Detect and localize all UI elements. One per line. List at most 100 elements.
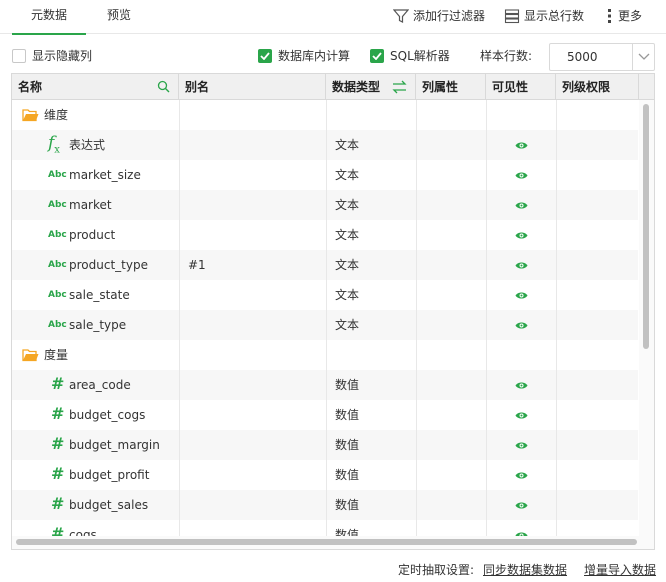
text-type-icon: Abc (48, 260, 67, 270)
eye-icon[interactable] (515, 291, 528, 300)
table-row[interactable]: # area_code 数值 (12, 370, 638, 400)
metadata-table: 名称 别名 数据类型 列属性 可见性 列级权限 维度 fx 表达式 文本 Abc mark… (11, 73, 655, 550)
sql-parser-label: SQL解析器 (390, 49, 450, 63)
field-data-type: 数值 (335, 468, 360, 482)
field-data-type: 数值 (335, 438, 360, 452)
rows-icon (504, 9, 520, 24)
show-hidden-checkbox[interactable] (12, 49, 26, 63)
table-row[interactable]: # budget_sales 数值 (12, 490, 638, 520)
table-row[interactable]: Abc sale_state 文本 (12, 280, 638, 310)
eye-icon[interactable] (515, 201, 528, 210)
field-name: 表达式 (69, 138, 106, 152)
eye-icon[interactable] (515, 171, 528, 180)
header-visibility[interactable]: 可见性 (486, 74, 556, 100)
field-name: market (69, 198, 112, 212)
field-name: budget_cogs (69, 408, 146, 422)
check-icon (260, 52, 270, 60)
group-row[interactable]: 度量 (12, 340, 638, 370)
eye-icon[interactable] (515, 411, 528, 420)
sample-rows-value: 5000 (567, 50, 598, 64)
options-bar: 显示隐藏列 数据库内计算 SQL解析器 样本行数: 5000 (0, 42, 666, 71)
folder-icon[interactable] (22, 348, 39, 362)
table-row[interactable]: # cogs 数值 (12, 520, 638, 536)
header-data-type[interactable]: 数据类型 (326, 74, 416, 100)
field-name: sale_state (69, 288, 130, 302)
table-row[interactable]: Abc product 文本 (12, 220, 638, 250)
add-row-filter-label: 添加行过滤器 (413, 9, 486, 23)
sql-parser-checkbox[interactable] (370, 49, 384, 63)
header-name[interactable]: 名称 (12, 74, 179, 100)
field-data-type: 文本 (335, 318, 360, 332)
number-type-icon: # (51, 434, 65, 453)
table-row[interactable]: Abc sale_type 文本 (12, 310, 638, 340)
field-name: product_type (69, 258, 148, 272)
eye-icon[interactable] (515, 321, 528, 330)
eye-icon[interactable] (515, 381, 528, 390)
field-data-type: 数值 (335, 408, 360, 422)
vertical-scroll-thumb[interactable] (643, 104, 649, 349)
show-total-rows-button[interactable]: 显示总行数 (504, 6, 584, 26)
number-type-icon: # (51, 404, 65, 423)
sync-dataset-link[interactable]: 同步数据集数据 (483, 561, 567, 578)
group-row[interactable]: 维度 (12, 100, 638, 130)
vertical-scrollbar[interactable] (639, 100, 654, 536)
eye-icon[interactable] (515, 471, 528, 480)
eye-icon[interactable] (515, 231, 528, 240)
incremental-import-link[interactable]: 增量导入数据 (584, 561, 656, 578)
add-row-filter-button[interactable]: 添加行过滤器 (393, 6, 485, 26)
field-name: budget_margin (69, 438, 160, 452)
field-data-type: 数值 (335, 528, 360, 536)
search-icon[interactable] (157, 80, 170, 93)
eye-icon[interactable] (515, 261, 528, 270)
schedule-label: 定时抽取设置: (398, 563, 475, 577)
header-alias[interactable]: 别名 (179, 74, 326, 100)
text-type-icon: Abc (48, 200, 67, 210)
field-alias[interactable]: #1 (188, 250, 206, 280)
table-row[interactable]: Abc market_size 文本 (12, 160, 638, 190)
field-name: cogs (69, 528, 97, 536)
field-data-type: 数值 (335, 498, 360, 512)
select-divider (632, 44, 633, 70)
folder-icon[interactable] (22, 108, 39, 122)
header-column-attr[interactable]: 列属性 (416, 74, 486, 100)
eye-icon[interactable] (515, 441, 528, 450)
field-data-type: 文本 (335, 228, 360, 242)
more-icon (608, 9, 611, 23)
tab-metadata[interactable]: 元数据 (12, 0, 86, 35)
table-row[interactable]: Abc product_type #1 文本 (12, 250, 638, 280)
group-name: 维度 (44, 108, 69, 122)
more-button[interactable]: 更多 (606, 6, 642, 26)
horizontal-scrollbar[interactable] (12, 536, 654, 549)
eye-icon[interactable] (515, 501, 528, 510)
db-compute-checkbox[interactable] (258, 49, 272, 63)
group-name: 度量 (44, 348, 69, 362)
tab-bar: 元数据 预览 添加行过滤器 显示总行数 更多 (0, 0, 666, 35)
table-row[interactable]: fx 表达式 文本 (12, 130, 638, 160)
table-body: 维度 fx 表达式 文本 Abc market_size 文本 Abc market 文本 Abc p… (12, 100, 638, 536)
show-total-rows-label: 显示总行数 (524, 9, 585, 23)
field-name: area_code (69, 378, 131, 392)
header-data-type-label: 数据类型 (332, 80, 381, 94)
table-header: 名称 别名 数据类型 列属性 可见性 列级权限 (12, 74, 654, 100)
field-name: market_size (69, 168, 141, 182)
table-row[interactable]: Abc market 文本 (12, 190, 638, 220)
db-compute-label: 数据库内计算 (278, 49, 351, 63)
horizontal-scroll-thumb[interactable] (16, 539, 637, 545)
column-divider (556, 100, 557, 536)
column-divider (179, 100, 180, 536)
table-row[interactable]: # budget_margin 数值 (12, 430, 638, 460)
header-column-permission[interactable]: 列级权限 (556, 74, 639, 100)
field-data-type: 文本 (335, 198, 360, 212)
swap-icon[interactable] (392, 80, 407, 94)
tab-preview[interactable]: 预览 (100, 0, 138, 34)
table-row[interactable]: # budget_profit 数值 (12, 460, 638, 490)
field-data-type: 文本 (335, 138, 360, 152)
more-label: 更多 (618, 9, 643, 23)
sample-rows-select[interactable]: 5000 (549, 43, 655, 71)
eye-icon[interactable] (515, 141, 528, 150)
text-type-icon: Abc (48, 290, 67, 300)
text-type-icon: Abc (48, 320, 67, 330)
column-divider (326, 100, 327, 536)
table-row[interactable]: # budget_cogs 数值 (12, 400, 638, 430)
header-name-label: 名称 (18, 80, 43, 94)
